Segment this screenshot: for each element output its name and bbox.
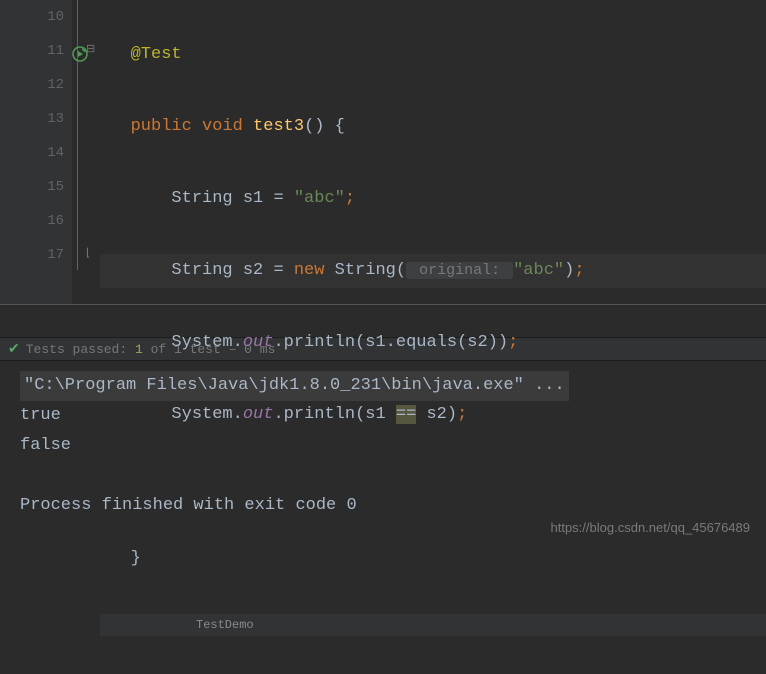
- line-number: 16: [0, 204, 64, 238]
- code-area[interactable]: @Test public void test3() { String s1 = …: [72, 0, 766, 304]
- line-number: 11: [0, 34, 64, 68]
- line-number: 15: [0, 170, 64, 204]
- breadcrumb-item[interactable]: TestDemo: [196, 618, 254, 632]
- line-number: 14: [0, 136, 64, 170]
- check-icon: ✔: [8, 341, 20, 358]
- code-line-13: String s2 = new String( original: "abc")…: [100, 254, 766, 288]
- parameter-hint: original:: [406, 262, 513, 279]
- method-name: test3: [253, 117, 304, 136]
- code-line-11: public void test3() {: [100, 110, 766, 144]
- code-line-14: System.out.println(s1.equals(s2));: [100, 326, 766, 360]
- annotation: @Test: [131, 45, 182, 64]
- line-number: 10: [0, 0, 64, 34]
- code-line-16: [100, 470, 766, 504]
- code-editor[interactable]: 10 11 12 13 14 15 16 17 ⊟ ⌊ @Test public…: [0, 0, 766, 305]
- code-line-15: System.out.println(s1 == s2);: [100, 398, 766, 432]
- code-line-10: @Test: [100, 38, 766, 72]
- breadcrumb[interactable]: TestDemo: [100, 614, 766, 636]
- code-line-17: }: [100, 542, 766, 576]
- line-number: 13: [0, 102, 64, 136]
- line-number: 12: [0, 68, 64, 102]
- watermark: https://blog.csdn.net/qq_45676489: [551, 520, 751, 535]
- code-line-12: String s1 = "abc";: [100, 182, 766, 216]
- operator-highlight: ==: [396, 405, 416, 424]
- line-number: 17: [0, 238, 64, 272]
- line-number-gutter: 10 11 12 13 14 15 16 17: [0, 0, 72, 304]
